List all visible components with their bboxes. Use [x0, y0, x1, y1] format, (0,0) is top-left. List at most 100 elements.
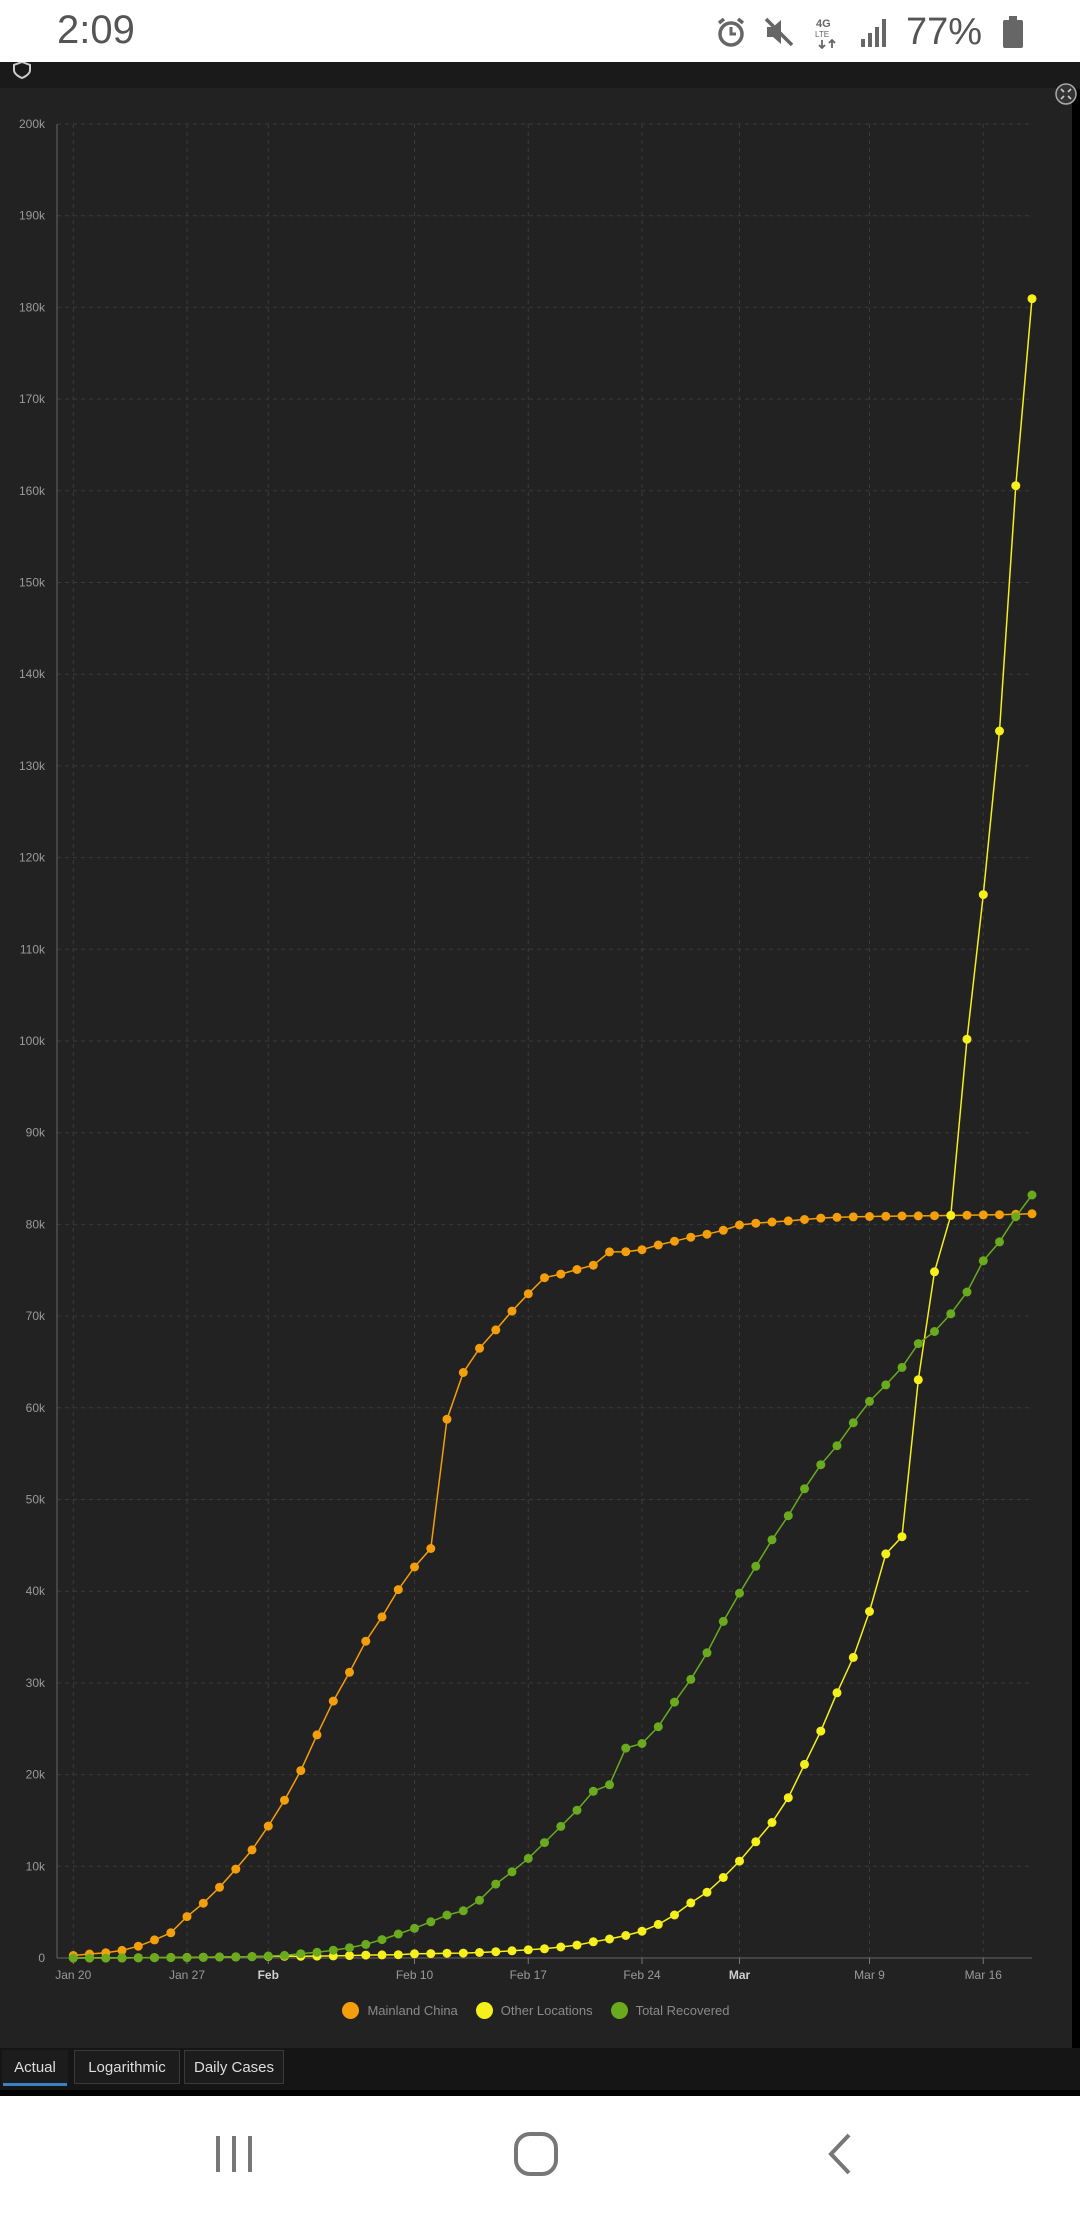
- data-point-total-recovered: [588, 1786, 598, 1796]
- data-point-mainland-china: [133, 1941, 143, 1951]
- data-point-other-locations: [702, 1887, 712, 1897]
- data-point-total-recovered: [718, 1616, 728, 1626]
- data-point-total-recovered: [491, 1879, 501, 1889]
- data-point-total-recovered: [637, 1739, 647, 1748]
- data-point-mainland-china: [572, 1265, 582, 1274]
- data-point-mainland-china: [458, 1368, 468, 1377]
- svg-text:LTE: LTE: [815, 30, 829, 39]
- data-point-total-recovered: [361, 1939, 371, 1949]
- data-point-total-recovered: [978, 1256, 988, 1266]
- series-line-total-recovered: [73, 1194, 1033, 1959]
- mute-icon: [762, 15, 796, 49]
- data-point-mainland-china: [296, 1766, 306, 1776]
- tab-actual[interactable]: Actual: [2, 2050, 68, 2086]
- y-tick-label: 30k: [26, 1676, 46, 1690]
- data-point-total-recovered: [166, 1953, 176, 1963]
- x-tick-label: Feb 17: [510, 1968, 548, 1982]
- data-point-total-recovered: [735, 1588, 744, 1598]
- data-point-mainland-china: [247, 1845, 257, 1855]
- data-point-total-recovered: [231, 1952, 241, 1962]
- data-point-mainland-china: [312, 1730, 322, 1740]
- app-top-strip: [0, 60, 1080, 90]
- data-point-total-recovered: [296, 1949, 306, 1959]
- legend-label: Other Locations: [500, 2003, 593, 2018]
- data-point-total-recovered: [475, 1895, 484, 1905]
- data-point-mainland-china: [800, 1215, 809, 1224]
- shield-icon[interactable]: [12, 60, 32, 80]
- data-point-other-locations: [426, 1949, 436, 1959]
- expand-icon[interactable]: [1054, 82, 1078, 106]
- data-point-other-locations: [491, 1947, 501, 1957]
- signal-icon: [858, 15, 892, 49]
- x-tick-label: Mar: [729, 1968, 751, 1982]
- data-point-other-locations: [605, 1934, 614, 1944]
- data-point-mainland-china: [182, 1912, 192, 1922]
- tab-logarithmic[interactable]: Logarithmic: [74, 2050, 180, 2084]
- data-point-mainland-china: [556, 1269, 566, 1279]
- back-button[interactable]: [810, 2126, 870, 2186]
- data-point-mainland-china: [1027, 1209, 1037, 1219]
- data-point-total-recovered: [523, 1853, 533, 1863]
- data-point-other-locations: [686, 1898, 696, 1908]
- recent-apps-icon: [212, 2134, 256, 2179]
- legend-label: Mainland China: [367, 2003, 458, 2018]
- data-point-total-recovered: [68, 1953, 78, 1963]
- legend-item-mainland-china[interactable]: Mainland China: [342, 2002, 458, 2019]
- status-time: 2:09: [57, 8, 135, 52]
- home-button[interactable]: [506, 2126, 566, 2186]
- data-point-mainland-china: [881, 1211, 891, 1221]
- battery-icon: [996, 15, 1030, 49]
- data-point-other-locations: [913, 1375, 923, 1385]
- tab-daily-cases[interactable]: Daily Cases: [184, 2050, 284, 2084]
- chart-tabs: Actual Logarithmic Daily Cases: [0, 2048, 1080, 2090]
- data-point-total-recovered: [605, 1780, 614, 1790]
- data-point-other-locations: [751, 1837, 761, 1847]
- data-point-total-recovered: [783, 1511, 793, 1521]
- tab-label: Actual: [14, 2058, 56, 2076]
- system-nav-bar: [0, 2096, 1080, 2220]
- data-point-total-recovered: [930, 1327, 939, 1336]
- legend-item-total-recovered[interactable]: Total Recovered: [610, 2002, 730, 2019]
- y-tick-label: 90k: [26, 1126, 46, 1140]
- data-point-other-locations: [410, 1949, 419, 1959]
- data-point-total-recovered: [881, 1380, 891, 1390]
- data-point-mainland-china: [637, 1245, 647, 1255]
- data-point-total-recovered: [393, 1929, 403, 1939]
- recent-apps-button[interactable]: [204, 2126, 264, 2186]
- y-tick-label: 140k: [19, 667, 46, 681]
- data-point-total-recovered: [800, 1484, 809, 1494]
- data-point-total-recovered: [913, 1339, 923, 1349]
- data-point-mainland-china: [686, 1232, 696, 1242]
- data-point-other-locations: [978, 890, 988, 900]
- data-point-mainland-china: [962, 1210, 972, 1220]
- data-point-other-locations: [572, 1940, 582, 1950]
- data-point-mainland-china: [345, 1667, 354, 1677]
- data-point-mainland-china: [653, 1240, 663, 1250]
- chart-panel: 0 10k 20k 30k 40k 50k 60k 70k 80k 90k 100k 110k 120k…: [0, 83, 1077, 2048]
- data-point-mainland-china: [215, 1882, 224, 1892]
- data-point-mainland-china: [816, 1213, 826, 1223]
- data-point-other-locations: [540, 1944, 549, 1954]
- data-point-mainland-china: [832, 1212, 842, 1222]
- data-point-total-recovered: [962, 1287, 972, 1297]
- data-point-mainland-china: [150, 1935, 159, 1945]
- data-point-mainland-china: [231, 1864, 241, 1874]
- legend-item-other-locations[interactable]: Other Locations: [475, 2002, 593, 2019]
- data-point-other-locations: [783, 1793, 793, 1803]
- y-tick-label: 60k: [26, 1401, 46, 1415]
- data-point-mainland-china: [523, 1289, 533, 1299]
- series-line-mainland-china: [73, 1213, 1033, 1957]
- data-point-mainland-china: [605, 1247, 614, 1257]
- data-point-total-recovered: [556, 1821, 566, 1831]
- data-point-total-recovered: [751, 1561, 761, 1571]
- data-point-other-locations: [718, 1873, 728, 1882]
- data-point-other-locations: [946, 1210, 956, 1220]
- x-tick-label: Mar 9: [854, 1968, 885, 1982]
- data-point-mainland-china: [426, 1544, 436, 1553]
- data-point-other-locations: [735, 1856, 744, 1866]
- y-tick-label: 0: [38, 1951, 45, 1965]
- data-point-mainland-china: [328, 1696, 338, 1706]
- data-point-total-recovered: [507, 1867, 517, 1877]
- data-point-total-recovered: [946, 1309, 956, 1319]
- data-point-mainland-china: [263, 1821, 273, 1831]
